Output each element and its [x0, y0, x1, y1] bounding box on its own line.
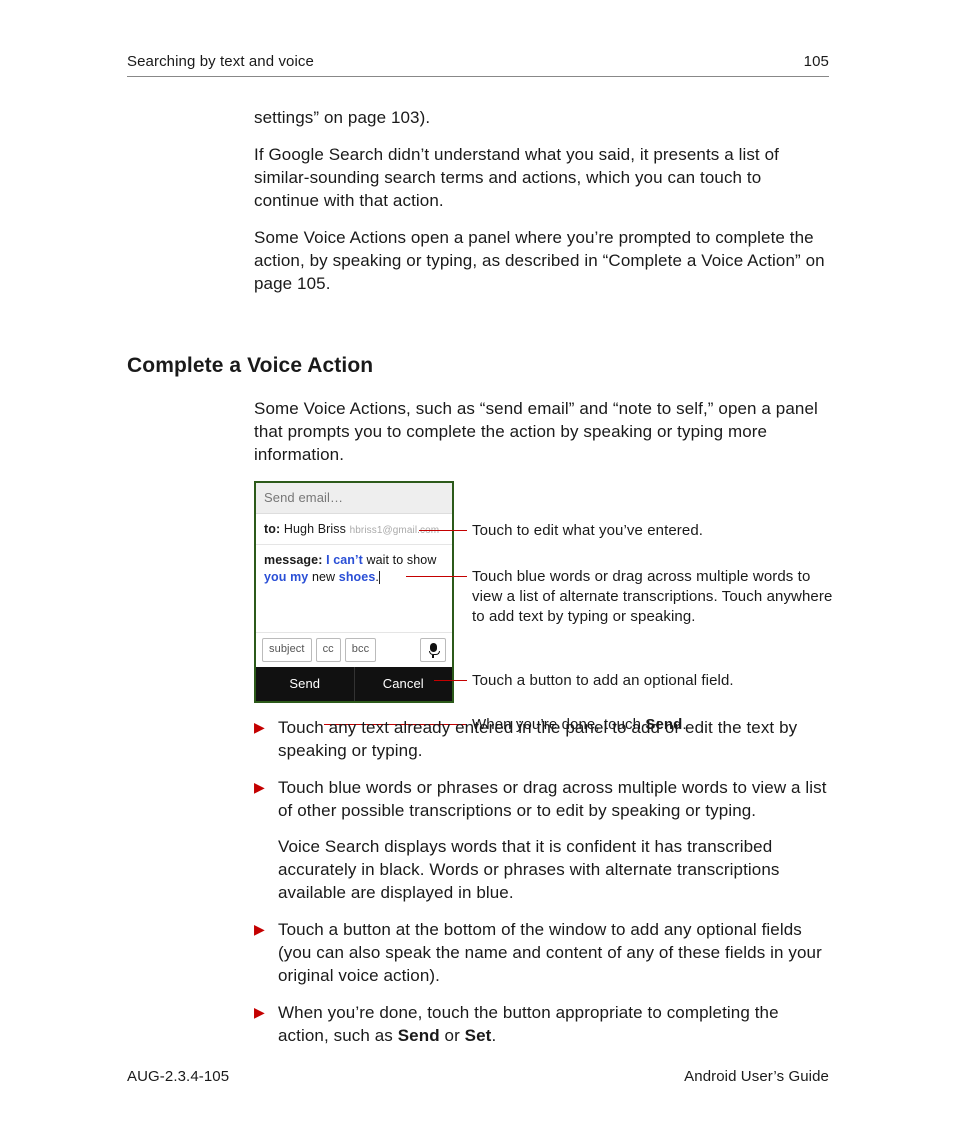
- list-item-continuation: Voice Search displays words that it is c…: [254, 836, 829, 905]
- microphone-icon: [429, 643, 438, 657]
- panel-action-bar: Send Cancel: [256, 667, 452, 701]
- panel-title: Send email…: [256, 483, 452, 514]
- message-field[interactable]: message: I can’t wait to show you my new…: [256, 545, 452, 632]
- text-caret-icon: [379, 571, 380, 584]
- transcript-word[interactable]: I can’t: [326, 553, 363, 567]
- message-label: message:: [264, 553, 322, 567]
- send-button[interactable]: Send: [256, 667, 355, 701]
- transcript-word[interactable]: wait to show: [366, 553, 436, 567]
- cc-button[interactable]: cc: [316, 638, 341, 662]
- callout-text: Touch to edit what you’ve entered.: [472, 521, 839, 541]
- callout-text: Touch a button to add an optional field.: [472, 671, 839, 691]
- optional-field-row: subject cc bcc: [256, 632, 452, 667]
- to-name: Hugh Briss: [284, 522, 346, 536]
- body-paragraph: Some Voice Actions open a panel where yo…: [254, 227, 829, 296]
- microphone-button[interactable]: [420, 638, 446, 662]
- footer-doc-id: AUG-2.3.4-105: [127, 1067, 229, 1087]
- body-paragraph: settings” on page 103).: [254, 107, 829, 130]
- page-footer: AUG-2.3.4-105 Android User’s Guide: [127, 1067, 829, 1087]
- to-email: hbriss1@gmail.com: [350, 525, 440, 536]
- header-section: Searching by text and voice: [127, 52, 314, 72]
- body-paragraph: If Google Search didn’t understand what …: [254, 144, 829, 213]
- transcript-word[interactable]: you my: [264, 570, 308, 584]
- voice-action-panel: Send email… to: Hugh Briss hbriss1@gmail…: [254, 481, 454, 703]
- callout-text: Touch blue words or drag across multiple…: [472, 567, 839, 628]
- subject-button[interactable]: subject: [262, 638, 312, 662]
- bcc-button[interactable]: bcc: [345, 638, 376, 662]
- list-item: Touch a button at the bottom of the wind…: [254, 919, 829, 988]
- instruction-list: Touch any text already entered in the pa…: [254, 717, 829, 1048]
- header-page-number: 105: [804, 52, 829, 72]
- list-item: Touch any text already entered in the pa…: [254, 717, 829, 763]
- figure: Send email… to: Hugh Briss hbriss1@gmail…: [254, 481, 829, 703]
- cancel-button[interactable]: Cancel: [355, 667, 453, 701]
- transcript-word[interactable]: new: [312, 570, 335, 584]
- to-label: to:: [264, 522, 280, 536]
- list-item: Touch blue words or phrases or drag acro…: [254, 777, 829, 823]
- list-item: When you’re done, touch the button appro…: [254, 1002, 829, 1048]
- section-lead: Some Voice Actions, such as “send email”…: [254, 398, 829, 467]
- running-header: Searching by text and voice 105: [127, 52, 829, 77]
- transcript-word[interactable]: shoes: [339, 570, 376, 584]
- section-heading: Complete a Voice Action: [127, 352, 829, 380]
- to-field[interactable]: to: Hugh Briss hbriss1@gmail.com: [256, 514, 452, 546]
- footer-doc-title: Android User’s Guide: [684, 1067, 829, 1087]
